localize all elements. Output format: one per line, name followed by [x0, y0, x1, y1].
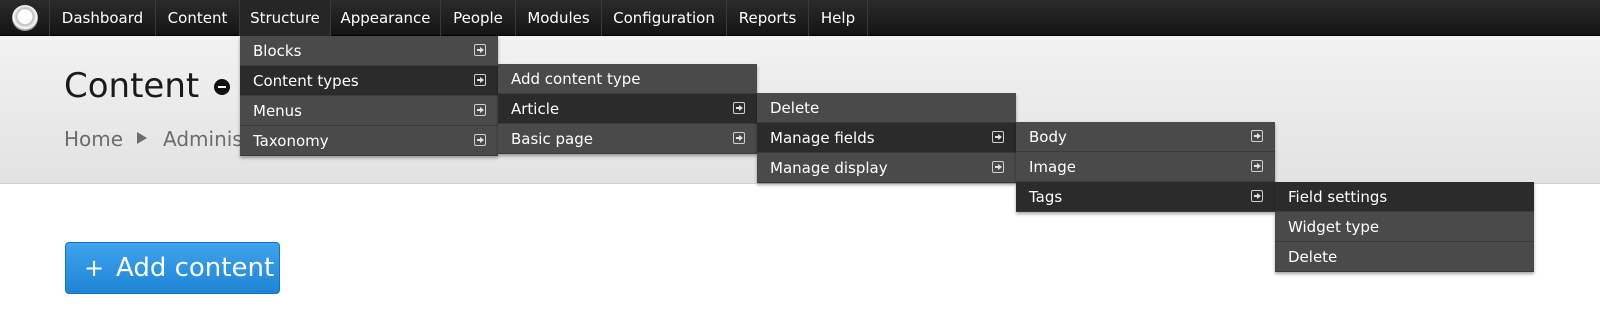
menu-item-delete[interactable]: Delete [757, 93, 1016, 123]
toolbar-item-dashboard[interactable]: Dashboard [50, 0, 156, 36]
menu-item-label: Delete [1288, 248, 1338, 266]
toolbar-item-configuration[interactable]: Configuration [602, 0, 727, 36]
toolbar-item-modules[interactable]: Modules [516, 0, 602, 36]
breadcrumb-home[interactable]: Home [64, 127, 123, 151]
toolbar-item-help[interactable]: Help [809, 0, 868, 36]
toolbar-item-reports[interactable]: Reports [727, 0, 809, 36]
menu-item-label: Basic page [511, 130, 593, 148]
menu-item-manage-display[interactable]: Manage display [757, 153, 1016, 183]
article-menu: Delete Manage fields Manage display [757, 93, 1016, 183]
menu-item-label: Manage display [770, 159, 888, 177]
menu-item-label: Delete [770, 99, 820, 117]
menu-item-blocks[interactable]: Blocks [240, 36, 498, 66]
menu-item-label: Add content type [511, 70, 641, 88]
menu-item-label: Body [1029, 128, 1067, 146]
menu-item-label: Article [511, 100, 560, 118]
menu-item-body[interactable]: Body [1016, 122, 1275, 152]
content-types-menu: Add content type Article Basic page [498, 64, 757, 154]
drupal-home-icon [12, 5, 38, 31]
toolbar-item-appearance[interactable]: Appearance [331, 0, 441, 36]
menu-item-basic-page[interactable]: Basic page [498, 124, 757, 154]
menu-item-label: Taxonomy [253, 132, 329, 150]
menu-item-delete-tags[interactable]: Delete [1275, 242, 1534, 272]
submenu-arrow-icon [474, 44, 486, 56]
menu-item-taxonomy[interactable]: Taxonomy [240, 126, 498, 156]
toolbar-item-people[interactable]: People [441, 0, 516, 36]
manage-fields-menu: Body Image Tags [1016, 122, 1275, 212]
tags-menu: Field settings Widget type Delete [1275, 182, 1534, 272]
menu-item-label: Tags [1029, 188, 1063, 206]
submenu-arrow-icon [992, 161, 1004, 173]
page-title: Content [64, 66, 200, 106]
menu-item-menus[interactable]: Menus [240, 96, 498, 126]
home-button[interactable] [0, 0, 50, 36]
menu-item-label: Menus [253, 102, 302, 120]
menu-item-content-types[interactable]: Content types [240, 66, 498, 96]
toolbar-item-content[interactable]: Content [156, 0, 240, 36]
shortcut-remove-icon[interactable] [214, 79, 230, 95]
submenu-arrow-icon [733, 102, 745, 114]
plus-icon: + [84, 254, 105, 282]
submenu-arrow-icon [1251, 130, 1263, 142]
structure-menu: Blocks Content types Menus Taxonomy [240, 36, 498, 156]
add-content-button[interactable]: + Add content [65, 242, 280, 294]
submenu-arrow-icon [992, 131, 1004, 143]
toolbar-item-structure[interactable]: Structure [240, 0, 331, 36]
menu-item-label: Image [1029, 158, 1076, 176]
menu-item-label: Field settings [1288, 188, 1388, 206]
menu-item-image[interactable]: Image [1016, 152, 1275, 182]
menu-item-label: Manage fields [770, 129, 875, 147]
menu-item-add-content-type[interactable]: Add content type [498, 64, 757, 94]
menu-item-article[interactable]: Article [498, 94, 757, 124]
menu-item-field-settings[interactable]: Field settings [1275, 182, 1534, 212]
breadcrumb-separator-icon [137, 132, 147, 144]
add-content-label: Add content [116, 253, 275, 283]
menu-item-label: Blocks [253, 42, 302, 60]
menu-item-manage-fields[interactable]: Manage fields [757, 123, 1016, 153]
submenu-arrow-icon [474, 134, 486, 146]
submenu-arrow-icon [733, 132, 745, 144]
menu-item-widget-type[interactable]: Widget type [1275, 212, 1534, 242]
menu-item-label: Content types [253, 72, 359, 90]
submenu-arrow-icon [474, 104, 486, 116]
submenu-arrow-icon [1251, 160, 1263, 172]
menu-item-label: Widget type [1288, 218, 1380, 236]
menu-item-tags[interactable]: Tags [1016, 182, 1275, 212]
submenu-arrow-icon [1251, 190, 1263, 202]
admin-toolbar: Dashboard Content Structure Appearance P… [0, 0, 1600, 36]
submenu-arrow-icon [474, 74, 486, 86]
